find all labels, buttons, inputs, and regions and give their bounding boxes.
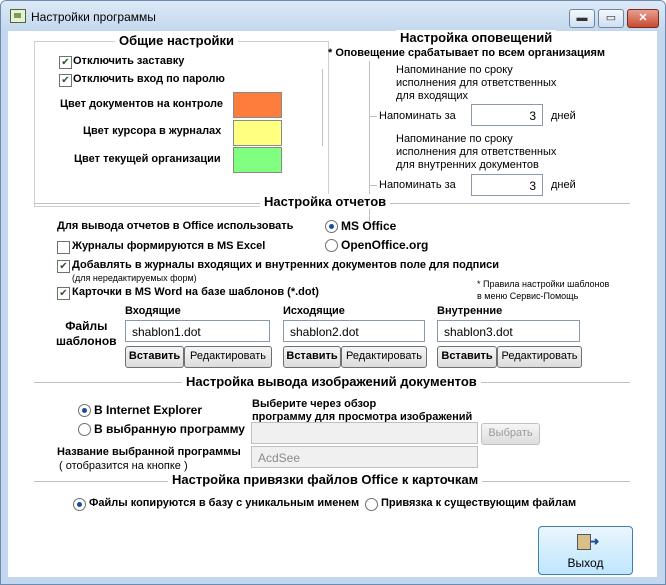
incoming-templates-label: Входящие	[125, 305, 181, 317]
title-bar[interactable]: Настройки программы ▬ ▭ ✕	[1, 1, 665, 31]
close-button[interactable]: ✕	[627, 9, 659, 28]
program-name-label: Название выбранной программы	[57, 446, 241, 458]
disable-splash-checkbox[interactable]: ✔	[59, 56, 72, 69]
exit-label: Выход	[567, 556, 604, 570]
ie-radio[interactable]	[78, 404, 91, 417]
incoming-edit-button[interactable]: Редактировать	[184, 346, 272, 368]
ms-office-radio[interactable]	[325, 220, 338, 233]
notifications-legend: Настройка оповещений	[396, 30, 557, 45]
add-signature-checkbox[interactable]: ✔	[57, 260, 70, 273]
selected-program-radio[interactable]	[78, 423, 91, 436]
color-control-swatch[interactable]	[233, 92, 282, 118]
color-control-label: Цвет документов на контроле	[60, 98, 223, 110]
settings-window: Настройки программы ▬ ▭ ✕ Общие настройк…	[0, 0, 666, 585]
open-office-label: OpenOffice.org	[341, 238, 429, 252]
color-cursor-swatch[interactable]	[233, 120, 282, 146]
browse-button[interactable]: Выбрать	[481, 423, 540, 445]
selected-program-label: В выбранную программу	[94, 422, 245, 436]
templates-label: Файлы шаблонов	[56, 319, 117, 348]
outgoing-edit-button[interactable]: Редактировать	[341, 346, 427, 368]
notifications-note: * Оповещение срабатывает по всем организ…	[328, 47, 606, 59]
window-title: Настройки программы	[31, 10, 156, 24]
exit-door-icon	[577, 534, 591, 550]
office-label: Для вывода отчетов в Office использовать	[57, 220, 294, 232]
exit-arrow-icon: ➜	[590, 536, 600, 548]
internal-days-input[interactable]: 3	[471, 174, 543, 196]
internal-templates-label: Внутренние	[437, 305, 503, 317]
incoming-template-input[interactable]: shablon1.dot	[125, 320, 270, 342]
journals-excel-checkbox[interactable]	[57, 241, 70, 254]
outgoing-template-input[interactable]: shablon2.dot	[283, 320, 425, 342]
journals-excel-label: Журналы формируются в MS Excel	[72, 240, 266, 252]
templates-note: * Правила настройки шаблонов в меню Серв…	[477, 279, 610, 301]
images-legend: Настройка вывода изображений документов	[182, 374, 481, 389]
disable-splash-label: Отключить заставку	[73, 55, 185, 67]
incoming-bracket-tick	[369, 116, 377, 117]
maximize-button[interactable]: ▭	[598, 9, 624, 28]
bind-existing-radio[interactable]	[365, 498, 378, 511]
cards-word-checkbox[interactable]: ✔	[57, 287, 70, 300]
incoming-remind-label: Напоминать за	[379, 110, 456, 122]
app-icon	[10, 9, 26, 23]
internal-bracket-tick	[369, 185, 377, 186]
add-signature-label: Добавлять в журналы входящих и внутренни…	[72, 259, 499, 271]
ms-office-label: MS Office	[341, 219, 397, 233]
color-cursor-label: Цвет курсора в журналах	[83, 125, 222, 137]
internal-days-unit: дней	[551, 179, 576, 191]
disable-password-checkbox[interactable]: ✔	[59, 74, 72, 87]
notifications-divider	[322, 69, 323, 146]
client-area: Общие настройки ✔ Отключить заставку ✔ О…	[8, 30, 657, 577]
incoming-days-unit: дней	[551, 110, 576, 122]
ie-label: В Internet Explorer	[94, 403, 203, 417]
exit-button[interactable]: ➜ Выход	[538, 526, 633, 575]
internal-edit-button[interactable]: Редактировать	[497, 346, 582, 368]
incoming-reminder-desc: Напоминание по сроку исполнения для отве…	[396, 64, 557, 102]
internal-insert-button[interactable]: Вставить	[437, 346, 497, 368]
bind-existing-label: Привязка к существующим файлам	[381, 497, 577, 509]
copy-unique-label: Файлы копируются в базу с уникальным име…	[89, 497, 360, 509]
program-name-note: ( отобразится на кнопке )	[59, 460, 188, 472]
open-office-radio[interactable]	[325, 239, 338, 252]
outgoing-insert-button[interactable]: Вставить	[283, 346, 341, 368]
outgoing-templates-label: Исходящие	[283, 305, 345, 317]
binding-legend: Настройка привязки файлов Office к карто…	[168, 472, 483, 487]
program-name-input[interactable]: AcdSee	[251, 446, 478, 468]
internal-remind-label: Напоминать за	[379, 179, 456, 191]
internal-reminder-desc: Напоминание по сроку исполнения для отве…	[396, 133, 557, 171]
program-path-input[interactable]	[251, 422, 478, 444]
internal-template-input[interactable]: shablon3.dot	[437, 320, 580, 342]
color-org-swatch[interactable]	[233, 147, 282, 173]
cards-word-label: Карточки в MS Word на базе шаблонов (*.d…	[72, 286, 319, 298]
color-org-label: Цвет текущей организации	[74, 153, 221, 165]
incoming-insert-button[interactable]: Вставить	[125, 346, 184, 368]
minimize-button[interactable]: ▬	[569, 9, 595, 28]
choose-program-note: Выберите через обзор программу для просм…	[252, 398, 473, 423]
general-settings-legend: Общие настройки	[115, 33, 238, 48]
copy-unique-radio[interactable]	[73, 498, 86, 511]
reports-legend: Настройка отчетов	[260, 194, 391, 209]
add-signature-note: (для нередактируемых форм)	[72, 273, 197, 283]
incoming-days-input[interactable]: 3	[471, 104, 543, 126]
disable-password-label: Отключить вход по паролю	[73, 73, 225, 85]
